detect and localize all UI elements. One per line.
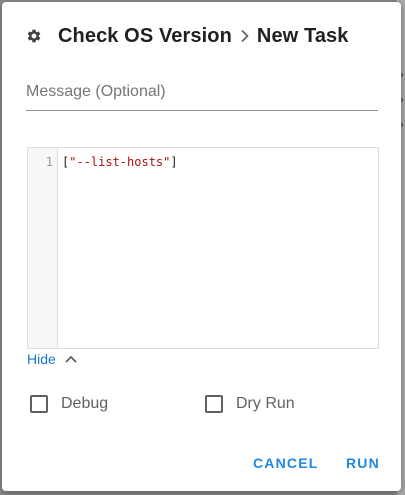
debug-label: Debug [61, 395, 109, 412]
task-template-title: Check OS Version [58, 24, 232, 47]
code-line[interactable]: ["--list-hosts"] [58, 148, 178, 348]
dry-run-checkbox[interactable]: Dry Run [205, 395, 295, 413]
hide-toggle[interactable]: Hide [27, 351, 77, 367]
hide-label: Hide [27, 351, 56, 367]
dry-run-label: Dry Run [236, 395, 295, 412]
message-input[interactable] [26, 78, 378, 106]
chevron-up-icon [65, 355, 77, 363]
chevron-right-icon [240, 29, 250, 43]
new-task-dialog: Check OS Version New Task 1 ["--list-hos… [2, 2, 401, 491]
dry-run-checkbox-box[interactable] [205, 395, 223, 413]
line-number: 1 [45, 155, 53, 169]
dialog-header: Check OS Version New Task [26, 22, 349, 50]
arguments-editor[interactable]: 1 ["--list-hosts"] [27, 147, 379, 349]
code-bracket-close: ] [170, 155, 178, 169]
dialog-title: New Task [256, 24, 349, 47]
code-string: "--list-hosts" [69, 155, 171, 169]
debug-checkbox-box[interactable] [30, 395, 48, 413]
message-field [26, 78, 378, 111]
run-button[interactable]: RUN [346, 455, 380, 471]
cancel-button[interactable]: CANCEL [253, 455, 319, 471]
debug-checkbox[interactable]: Debug [30, 395, 108, 413]
line-number-gutter: 1 [28, 148, 58, 348]
gear-icon [26, 28, 42, 44]
